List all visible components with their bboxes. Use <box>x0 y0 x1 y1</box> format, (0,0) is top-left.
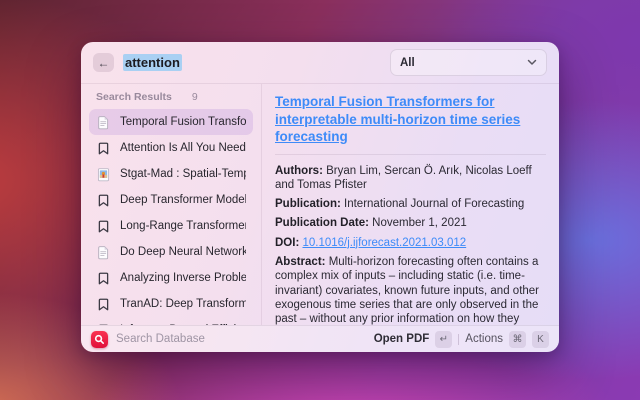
document-icon <box>96 245 111 260</box>
magnifier-icon <box>93 333 106 346</box>
list-item[interactable]: Analyzing Inverse Problems with... <box>89 265 253 291</box>
authors-field: Authors: Bryan Lim, Sercan Ö. Arık, Nico… <box>275 164 546 193</box>
publication-date-value: November 1, 2021 <box>372 217 467 229</box>
list-item-label: Long-Range Transformers for D... <box>120 220 246 232</box>
list-item[interactable]: TranAD: Deep Transformer Net... <box>89 291 253 317</box>
footer-actions: Open PDF ↵ Actions ⌘ K <box>374 331 549 348</box>
publication-date-field: Publication Date: November 1, 2021 <box>275 216 546 230</box>
launcher-window: ← attention All Search Results 9 <box>81 42 559 352</box>
authors-label: Authors: <box>275 165 323 177</box>
doi-link[interactable]: 10.1016/j.ijforecast.2021.03.012 <box>302 237 466 249</box>
list-item-label: Deep Transformer Models for Ti... <box>120 194 246 206</box>
document-icon <box>96 115 111 130</box>
search-query-text: attention <box>123 54 182 71</box>
bookmark-icon <box>96 219 111 234</box>
footer-bar: Search Database Open PDF ↵ Actions ⌘ K <box>81 325 559 352</box>
list-item[interactable]: Do Deep Neural Networks Contr... <box>89 239 253 265</box>
results-list: Search Results 9 Temporal Fusion Transfo… <box>81 84 262 325</box>
divider <box>458 334 459 345</box>
list-item-label: TranAD: Deep Transformer Net... <box>120 298 246 310</box>
search-database-app-icon <box>91 331 108 348</box>
desktop-background: ← attention All Search Results 9 <box>0 0 640 400</box>
bookmark-icon <box>96 141 111 156</box>
open-pdf-button[interactable]: Open PDF <box>374 333 430 345</box>
section-title: Search Results <box>96 91 172 103</box>
list-item-label: Attention Is All You Need <box>120 142 246 154</box>
bookmark-icon <box>96 297 111 312</box>
filter-dropdown[interactable]: All <box>390 49 547 76</box>
result-count: 9 <box>192 91 198 103</box>
list-item-label: Temporal Fusion Transformers f... <box>120 116 246 128</box>
back-button[interactable]: ← <box>93 53 114 72</box>
back-arrow-icon: ← <box>98 57 110 69</box>
cmd-key-badge[interactable]: ⌘ <box>509 331 526 348</box>
bookmark-icon <box>96 193 111 208</box>
list-item-label: Analyzing Inverse Problems with... <box>120 272 246 284</box>
publication-label: Publication: <box>275 198 341 210</box>
list-item[interactable]: Attention Is All You Need <box>89 135 253 161</box>
doi-label: DOI: <box>275 237 299 249</box>
detail-pane: Temporal Fusion Transformers for interpr… <box>262 84 559 325</box>
list-item[interactable]: Informer: Beyond Efficient Trans... <box>89 317 253 325</box>
filter-selected-value: All <box>400 57 415 69</box>
divider <box>275 154 546 155</box>
header-bar: ← attention All <box>81 42 559 84</box>
content-area: Search Results 9 Temporal Fusion Transfo… <box>81 84 559 325</box>
actions-button[interactable]: Actions <box>465 333 503 345</box>
enter-key-badge[interactable]: ↵ <box>435 331 452 348</box>
image-icon <box>96 167 111 182</box>
k-key-badge[interactable]: K <box>532 331 549 348</box>
list-item[interactable]: Long-Range Transformers for D... <box>89 213 253 239</box>
publication-field: Publication: International Journal of Fo… <box>275 197 546 211</box>
list-item-label: Do Deep Neural Networks Contr... <box>120 246 246 258</box>
list-item-label: Stgat-Mad : Spatial-Temporal Gr... <box>120 168 246 180</box>
bookmark-icon <box>96 271 111 286</box>
list-item[interactable]: Stgat-Mad : Spatial-Temporal Gr... <box>89 161 253 187</box>
search-input[interactable]: attention <box>123 55 182 70</box>
list-item[interactable]: Temporal Fusion Transformers f... <box>89 109 253 135</box>
abstract-label: Abstract: <box>275 256 325 268</box>
section-header: Search Results 9 <box>89 91 253 109</box>
list-item[interactable]: Deep Transformer Models for Ti... <box>89 187 253 213</box>
footer-search-input[interactable]: Search Database <box>116 333 366 345</box>
publication-date-label: Publication Date: <box>275 217 369 229</box>
paper-title-link[interactable]: Temporal Fusion Transformers for interpr… <box>275 93 546 146</box>
publication-value: International Journal of Forecasting <box>344 198 524 210</box>
doi-field: DOI: 10.1016/j.ijforecast.2021.03.012 <box>275 236 546 250</box>
abstract-field: Abstract: Multi-horizon forecasting ofte… <box>275 255 546 325</box>
chevron-down-icon <box>527 59 537 66</box>
